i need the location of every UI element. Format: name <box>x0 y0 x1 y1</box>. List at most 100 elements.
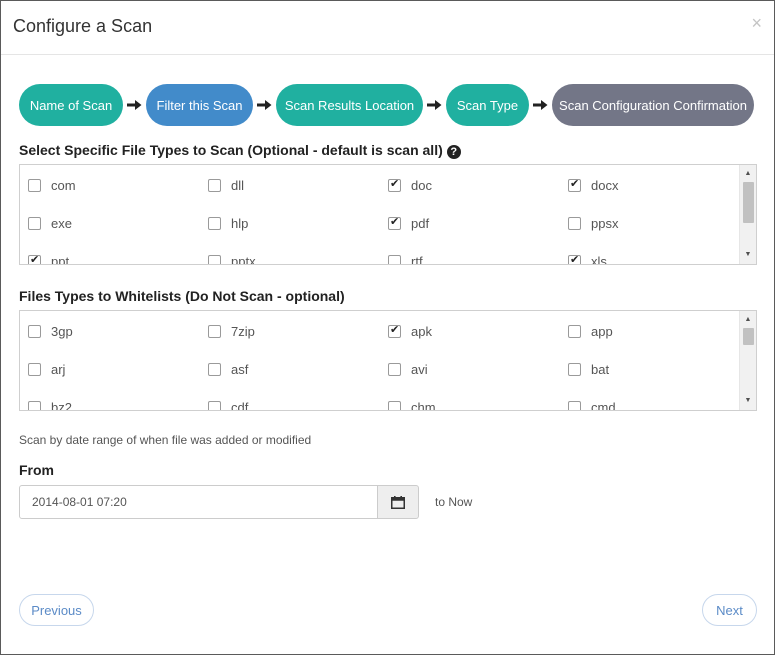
checkbox-ppsx[interactable]: ppsx <box>568 213 618 233</box>
checkbox-label: avi <box>411 361 428 377</box>
scroll-down-icon[interactable]: ▼ <box>740 248 756 262</box>
checkbox[interactable] <box>28 362 41 376</box>
whitelist-list[interactable]: 3gp 7zip apk app arj asf avi bat bz2 cdf… <box>19 310 757 411</box>
arrow-right-icon <box>529 99 552 111</box>
checkbox-com[interactable]: com <box>28 175 76 195</box>
date-range-note: Scan by date range of when file was adde… <box>19 433 312 447</box>
checkbox-7zip[interactable]: 7zip <box>208 321 255 341</box>
checkbox-label: rtf <box>411 253 423 265</box>
checkbox-label: asf <box>231 361 249 377</box>
checkbox-label: 7zip <box>231 323 255 339</box>
checkbox[interactable] <box>208 178 221 192</box>
checkbox-3gp[interactable]: 3gp <box>28 321 73 341</box>
checkbox-bz2[interactable]: bz2 <box>28 397 72 411</box>
checkbox[interactable] <box>208 362 221 376</box>
from-date-input[interactable]: 2014-08-01 07:20 <box>19 485 378 519</box>
checkbox-label: com <box>51 177 76 193</box>
checkbox-label: hlp <box>231 215 249 231</box>
checkbox-avi[interactable]: avi <box>388 359 428 379</box>
arrow-right-icon <box>253 99 276 111</box>
checkbox[interactable] <box>388 177 401 192</box>
checkbox-asf[interactable]: asf <box>208 359 248 379</box>
checkbox-label: cdf <box>231 399 249 411</box>
previous-button[interactable]: Previous <box>19 594 94 626</box>
checkbox[interactable] <box>28 216 41 230</box>
checkbox-rtf[interactable]: rtf <box>388 251 423 265</box>
checkbox-cmd[interactable]: cmd <box>568 397 616 410</box>
dialog-title: Configure a Scan <box>13 16 153 36</box>
checkbox-cdf[interactable]: cdf <box>208 397 249 411</box>
file-types-title-text: Select Specific File Types to Scan (Opti… <box>19 142 443 158</box>
checkbox[interactable] <box>388 362 401 376</box>
checkbox[interactable] <box>388 254 401 264</box>
scrollbar-thumb[interactable] <box>743 328 754 345</box>
calendar-button[interactable] <box>377 485 419 519</box>
checkbox[interactable] <box>28 324 41 338</box>
checkbox-ppt[interactable]: ppt <box>28 251 69 264</box>
checkbox-apk[interactable]: apk <box>388 321 432 341</box>
scrollbar-thumb[interactable] <box>743 182 754 223</box>
checkbox[interactable] <box>388 323 401 338</box>
checkbox[interactable] <box>568 362 581 376</box>
checkbox-label: bat <box>591 361 610 377</box>
file-types-scrollbar[interactable]: ▲ ▼ <box>739 165 756 264</box>
checkbox-chm[interactable]: chm <box>388 397 436 411</box>
wizard-steps: Name of Scan Filter this Scan Scan Resul… <box>19 84 754 126</box>
checkbox[interactable] <box>28 400 41 410</box>
checkbox-label: xls <box>591 253 607 265</box>
checkbox[interactable] <box>28 253 41 264</box>
checkbox-dll[interactable]: dll <box>208 175 244 195</box>
checkbox-bat[interactable]: bat <box>568 359 609 379</box>
checkbox[interactable] <box>568 177 581 192</box>
checkbox-app[interactable]: app <box>568 321 613 341</box>
arrow-right-icon <box>423 99 446 111</box>
checkbox-label: chm <box>411 399 436 411</box>
checkbox[interactable] <box>568 324 581 338</box>
checkbox-exe[interactable]: exe <box>28 213 72 233</box>
checkbox[interactable] <box>208 324 221 338</box>
checkbox-label: 3gp <box>51 323 73 339</box>
checkbox-arj[interactable]: arj <box>28 359 65 379</box>
checkbox-docx[interactable]: docx <box>568 175 618 195</box>
scroll-up-icon[interactable]: ▲ <box>740 313 756 327</box>
checkbox[interactable] <box>208 254 221 264</box>
checkbox[interactable] <box>208 216 221 230</box>
checkbox-pdf[interactable]: pdf <box>388 213 429 233</box>
step-scan-type[interactable]: Scan Type <box>446 84 529 126</box>
checkbox[interactable] <box>388 215 401 230</box>
whitelist-scrollbar[interactable]: ▲ ▼ <box>739 311 756 410</box>
step-scan-configuration-confirmation[interactable]: Scan Configuration Confirmation <box>552 84 754 126</box>
checkbox-hlp[interactable]: hlp <box>208 213 248 233</box>
step-name-of-scan[interactable]: Name of Scan <box>19 84 123 126</box>
whitelist-section-title: Files Types to Whitelists (Do Not Scan -… <box>19 288 345 304</box>
checkbox-label: pptx <box>231 253 256 265</box>
next-button[interactable]: Next <box>702 594 757 626</box>
checkbox-pptx[interactable]: pptx <box>208 251 256 265</box>
scroll-down-icon[interactable]: ▼ <box>740 394 756 408</box>
checkbox-label: dll <box>231 177 245 193</box>
file-types-section-title: Select Specific File Types to Scan (Opti… <box>19 142 461 159</box>
checkbox-label: ppsx <box>591 215 619 231</box>
checkbox-doc[interactable]: doc <box>388 175 432 195</box>
scroll-up-icon[interactable]: ▲ <box>740 167 756 181</box>
close-icon[interactable]: × <box>751 14 762 32</box>
from-label: From <box>19 462 54 478</box>
checkbox-label: bz2 <box>51 399 72 411</box>
checkbox[interactable] <box>568 400 581 410</box>
checkbox[interactable] <box>208 400 221 410</box>
question-circle-icon[interactable]: ? <box>446 145 461 159</box>
step-scan-results-location[interactable]: Scan Results Location <box>276 84 423 126</box>
arrow-right-icon <box>123 99 146 111</box>
checkbox-label: app <box>591 323 613 339</box>
checkbox[interactable] <box>568 253 581 264</box>
checkbox-label: doc <box>411 177 432 193</box>
file-types-list[interactable]: com dll doc docx exe hlp pdf ppsx ppt pp… <box>19 164 757 265</box>
checkbox[interactable] <box>568 216 581 230</box>
step-filter-this-scan[interactable]: Filter this Scan <box>146 84 253 126</box>
checkbox[interactable] <box>28 178 41 192</box>
to-now-label: to Now <box>435 495 473 509</box>
configure-scan-dialog: Configure a Scan × Name of Scan Filter t… <box>0 0 775 655</box>
checkbox-xls[interactable]: xls <box>568 251 607 265</box>
checkbox-label: arj <box>51 361 66 377</box>
checkbox[interactable] <box>388 400 401 410</box>
